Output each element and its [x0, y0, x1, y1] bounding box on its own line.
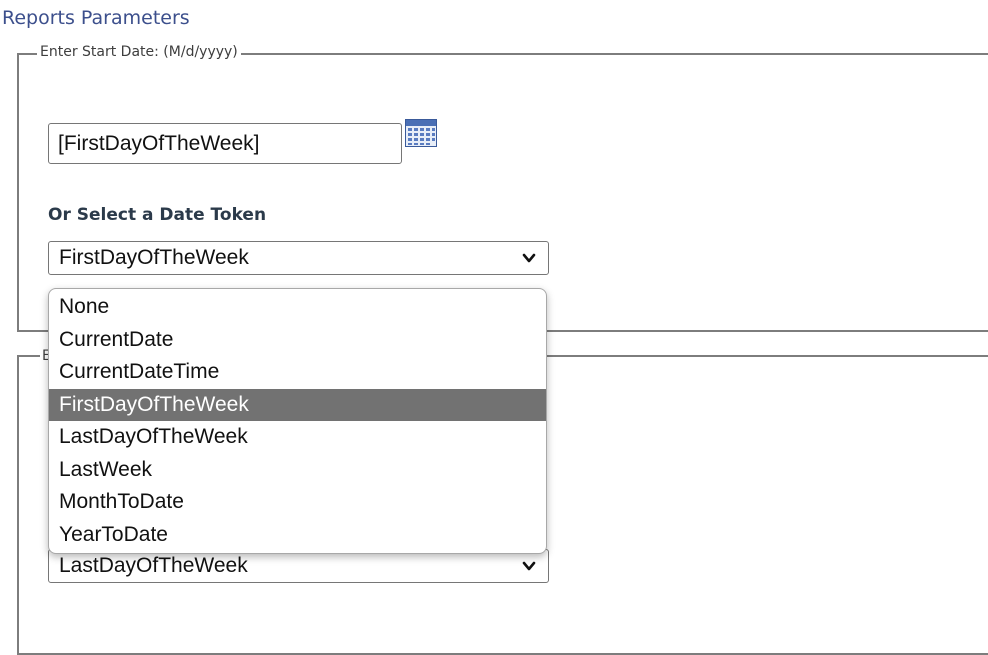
chevron-down-icon — [522, 561, 536, 571]
calendar-icon[interactable] — [405, 119, 439, 148]
chevron-down-icon — [522, 253, 536, 263]
date-token-dropdown-list[interactable]: None CurrentDate CurrentDateTime FirstDa… — [48, 288, 547, 554]
start-date-legend: Enter Start Date: (M/d/yyyy) — [37, 44, 241, 60]
dropdown-option-none[interactable]: None — [49, 291, 546, 324]
dropdown-option-year-to-date[interactable]: YearToDate — [49, 519, 546, 552]
date-token-label: Or Select a Date Token — [48, 205, 267, 225]
dropdown-option-first-day-of-the-week[interactable]: FirstDayOfTheWeek — [49, 388, 546, 421]
dropdown-option-current-date[interactable]: CurrentDate — [49, 324, 546, 357]
start-date-input[interactable] — [48, 123, 402, 164]
page-title: Reports Parameters — [2, 7, 190, 29]
start-date-token-value: FirstDayOfTheWeek — [59, 246, 249, 269]
dropdown-option-current-date-time[interactable]: CurrentDateTime — [49, 356, 546, 389]
end-date-token-select[interactable]: LastDayOfTheWeek — [48, 549, 549, 583]
dropdown-option-month-to-date[interactable]: MonthToDate — [49, 486, 546, 519]
dropdown-option-last-day-of-the-week[interactable]: LastDayOfTheWeek — [49, 421, 546, 454]
dropdown-option-last-week[interactable]: LastWeek — [49, 454, 546, 487]
end-date-token-value: LastDayOfTheWeek — [59, 554, 248, 577]
start-date-token-select[interactable]: FirstDayOfTheWeek — [48, 241, 549, 275]
